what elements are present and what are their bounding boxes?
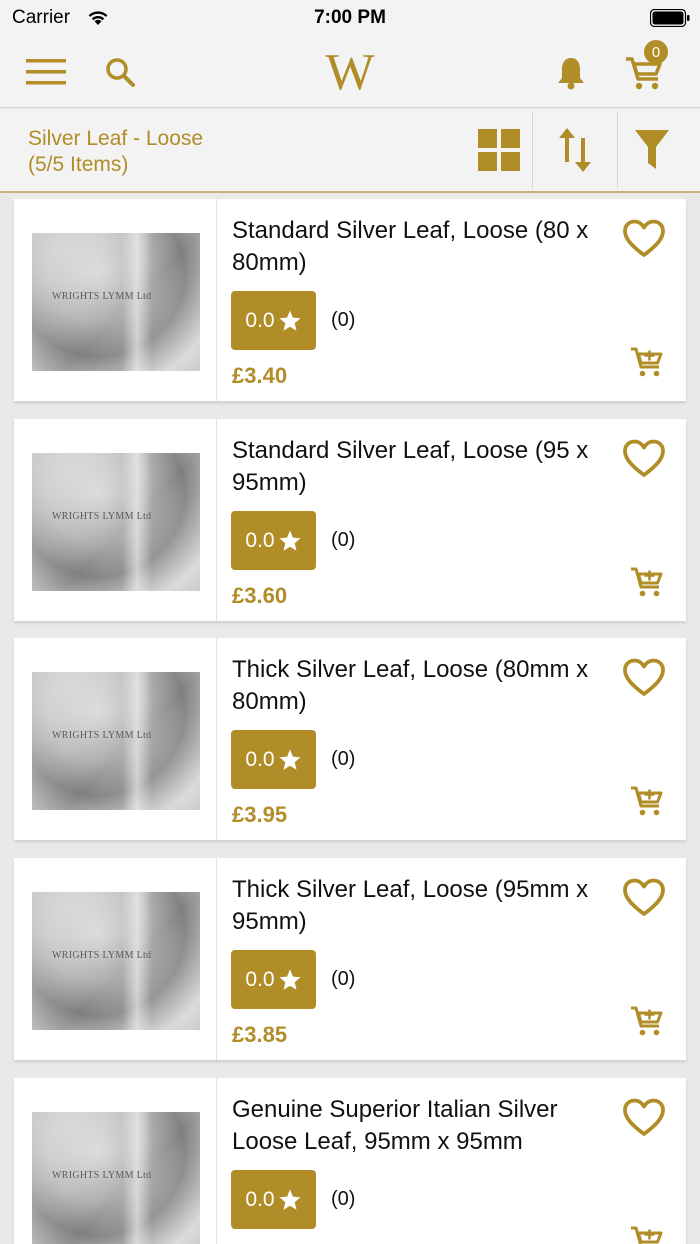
favorite-button[interactable] [620, 656, 668, 700]
add-to-cart-button[interactable] [626, 780, 668, 822]
review-count: (0) [331, 529, 356, 551]
product-image[interactable]: WRIGHTS LYMM Ltd [32, 453, 200, 591]
app-header: W 0 [0, 36, 700, 108]
bell-icon [558, 58, 584, 90]
product-list: WRIGHTS LYMM Ltd Standard Silver Leaf, L… [0, 195, 700, 1244]
product-image[interactable]: WRIGHTS LYMM Ltd [32, 672, 200, 810]
heart-icon [623, 439, 665, 477]
sort-icon [559, 128, 591, 172]
product-image-cell: WRIGHTS LYMM Ltd [14, 858, 217, 1060]
product-price: £3.60 [232, 583, 288, 608]
filter-button[interactable] [620, 112, 684, 188]
add-to-cart-button[interactable] [626, 1000, 668, 1042]
notifications-button[interactable] [548, 50, 594, 96]
rating-value: 0.0 [245, 308, 275, 332]
status-bar: Carrier 7:00 PM [0, 0, 700, 36]
favorite-button[interactable] [620, 437, 668, 481]
product-title[interactable]: Thick Silver Leaf, Loose (80mm x 80mm) [232, 654, 624, 718]
product-title[interactable]: Standard Silver Leaf, Loose (80 x 80mm) [232, 215, 624, 279]
review-count: (0) [331, 1188, 356, 1210]
grid-view-button[interactable] [470, 112, 528, 188]
battery-icon [650, 9, 690, 27]
image-watermark: WRIGHTS LYMM Ltd [52, 291, 152, 302]
menu-button[interactable] [22, 52, 70, 92]
heart-icon [623, 1098, 665, 1136]
item-count: (5/5 Items) [28, 153, 129, 176]
heart-icon [623, 878, 665, 916]
search-button[interactable] [98, 50, 142, 94]
product-image[interactable]: WRIGHTS LYMM Ltd [32, 233, 200, 371]
filter-icon [635, 130, 669, 169]
product-title[interactable]: Thick Silver Leaf, Loose (95mm x 95mm) [232, 874, 624, 938]
product-title[interactable]: Standard Silver Leaf, Loose (95 x 95mm) [232, 435, 624, 499]
product-price: £3.85 [232, 1022, 288, 1047]
star-icon [279, 1189, 301, 1210]
rating-value: 0.0 [245, 967, 275, 991]
grid-view-icon [478, 129, 520, 171]
rating-badge: 0.0 [231, 730, 316, 789]
category-title: Silver Leaf - Loose (5/5 Items) [28, 126, 203, 178]
star-icon [279, 749, 301, 770]
product-card[interactable]: WRIGHTS LYMM Ltd Thick Silver Leaf, Loos… [14, 638, 686, 840]
rating-badge: 0.0 [231, 950, 316, 1009]
clock: 7:00 PM [314, 7, 386, 28]
rating-value: 0.0 [245, 747, 275, 771]
add-to-cart-icon [631, 786, 663, 816]
product-price: £3.40 [232, 363, 288, 388]
rating-badge: 0.0 [231, 291, 316, 350]
product-card[interactable]: WRIGHTS LYMM Ltd Genuine Superior Italia… [14, 1078, 686, 1244]
category-toolbar: Silver Leaf - Loose (5/5 Items) [0, 109, 700, 193]
menu-icon [26, 59, 66, 85]
add-to-cart-icon [631, 347, 663, 377]
rating-value: 0.0 [245, 528, 275, 552]
star-icon [279, 530, 301, 551]
product-image-cell: WRIGHTS LYMM Ltd [14, 638, 217, 840]
product-price: £3.95 [232, 802, 288, 827]
product-image-cell: WRIGHTS LYMM Ltd [14, 1078, 217, 1244]
star-icon [279, 969, 301, 990]
add-to-cart-icon [631, 1226, 663, 1244]
add-to-cart-icon [631, 567, 663, 597]
product-image[interactable]: WRIGHTS LYMM Ltd [32, 892, 200, 1030]
search-icon [106, 58, 135, 87]
heart-icon [623, 658, 665, 696]
product-image-cell: WRIGHTS LYMM Ltd [14, 199, 217, 401]
image-watermark: WRIGHTS LYMM Ltd [52, 730, 152, 741]
image-watermark: WRIGHTS LYMM Ltd [52, 1170, 152, 1181]
review-count: (0) [331, 748, 356, 770]
rating-value: 0.0 [245, 1187, 275, 1211]
review-count: (0) [331, 309, 356, 331]
brand-logo[interactable]: W [300, 42, 400, 102]
favorite-button[interactable] [620, 876, 668, 920]
add-to-cart-button[interactable] [626, 341, 668, 383]
sort-button[interactable] [532, 112, 618, 188]
review-count: (0) [331, 968, 356, 990]
add-to-cart-icon [631, 1006, 663, 1036]
image-watermark: WRIGHTS LYMM Ltd [52, 950, 152, 961]
product-image[interactable]: WRIGHTS LYMM Ltd [32, 1112, 200, 1244]
favorite-button[interactable] [620, 217, 668, 261]
star-icon [279, 310, 301, 331]
product-card[interactable]: WRIGHTS LYMM Ltd Standard Silver Leaf, L… [14, 419, 686, 621]
heart-icon [623, 219, 665, 257]
rating-badge: 0.0 [231, 1170, 316, 1229]
category-name: Silver Leaf - Loose [28, 127, 204, 150]
rating-badge: 0.0 [231, 511, 316, 570]
add-to-cart-button[interactable] [626, 561, 668, 603]
product-card[interactable]: WRIGHTS LYMM Ltd Thick Silver Leaf, Loos… [14, 858, 686, 1060]
image-watermark: WRIGHTS LYMM Ltd [52, 511, 152, 522]
product-card[interactable]: WRIGHTS LYMM Ltd Standard Silver Leaf, L… [14, 199, 686, 401]
product-image-cell: WRIGHTS LYMM Ltd [14, 419, 217, 621]
cart-button[interactable]: 0 [618, 40, 670, 98]
add-to-cart-button[interactable] [626, 1220, 668, 1244]
favorite-button[interactable] [620, 1096, 668, 1140]
product-title[interactable]: Genuine Superior Italian Silver Loose Le… [232, 1094, 624, 1158]
cart-count-badge: 0 [644, 40, 668, 64]
